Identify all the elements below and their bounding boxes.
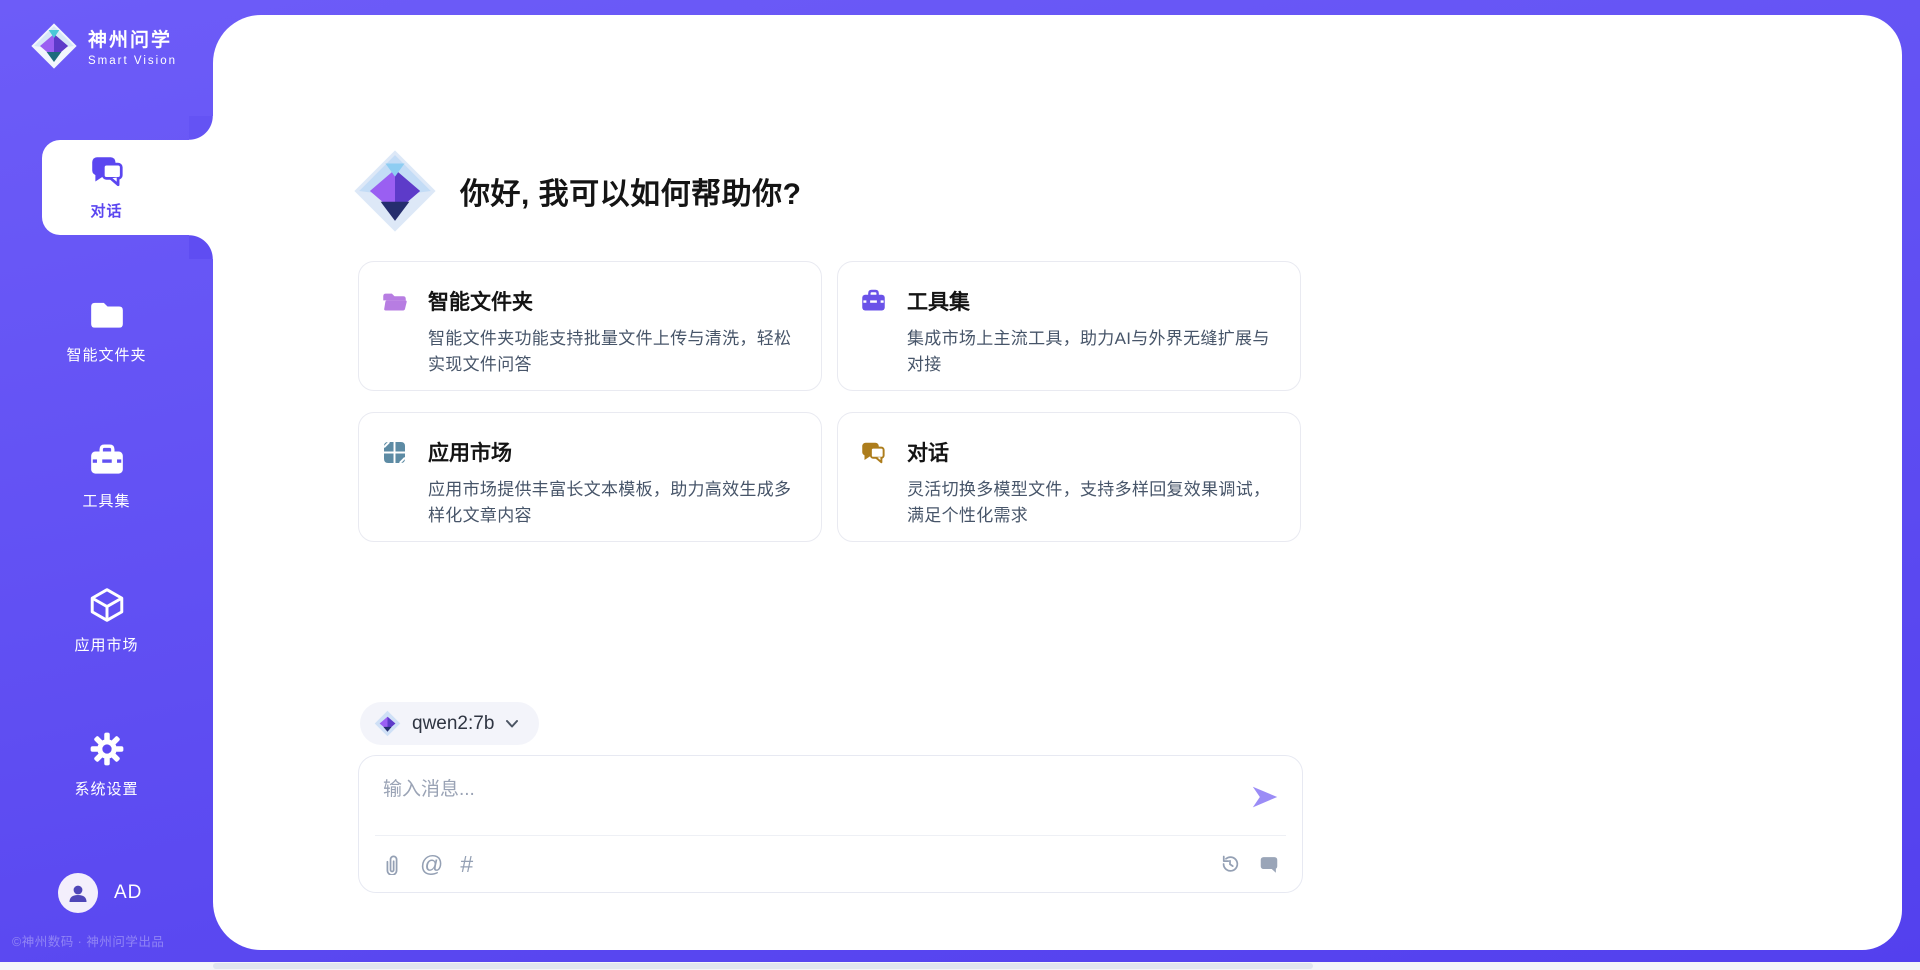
card-description: 应用市场提供丰富长文本模板，助力高效生成多样化文章内容 <box>428 477 795 529</box>
sidebar-item-label: 智能文件夹 <box>0 344 213 365</box>
card-chat[interactable]: 对话 灵活切换多模型文件，支持多样回复效果调试，满足个性化需求 <box>837 412 1301 542</box>
sidebar: 神州问学 Smart Vision 对话 智能文件夹 工 <box>0 0 213 970</box>
send-icon[interactable] <box>1250 782 1280 812</box>
clock-history-icon <box>1219 853 1241 875</box>
card-title: 智能文件夹 <box>428 286 533 316</box>
horizontal-scrollbar-thumb[interactable] <box>213 963 1313 969</box>
folder-icon <box>381 288 408 315</box>
sidebar-item-smart-folder[interactable]: 智能文件夹 <box>0 296 213 365</box>
conversation-icon[interactable] <box>1258 853 1280 875</box>
sidebar-item-label: 对话 <box>0 200 213 221</box>
pill-corner-bottom <box>189 235 213 259</box>
history-icon[interactable] <box>1219 853 1241 875</box>
sidebar-item-settings[interactable]: 系统设置 <box>0 730 213 799</box>
card-toolbox[interactable]: 工具集 集成市场上主流工具，助力AI与外界无缝扩展与对接 <box>837 261 1301 391</box>
person-icon <box>66 881 90 905</box>
user-name: AD <box>114 882 142 904</box>
gear-icon <box>88 730 126 768</box>
message-input[interactable] <box>383 774 1223 826</box>
composer: @ # <box>358 755 1303 893</box>
horizontal-scrollbar[interactable] <box>0 962 1920 970</box>
cube-icon <box>88 586 126 624</box>
card-title: 应用市场 <box>428 437 512 467</box>
card-description: 灵活切换多模型文件，支持多样回复效果调试，满足个性化需求 <box>907 477 1274 529</box>
card-description: 集成市场上主流工具，助力AI与外界无缝扩展与对接 <box>907 326 1274 378</box>
topic-icon[interactable]: # <box>460 853 473 876</box>
user-account[interactable]: AD <box>58 873 142 913</box>
composer-divider <box>375 835 1286 836</box>
sidebar-item-label: 系统设置 <box>0 778 213 799</box>
card-app-market[interactable]: 应用市场 应用市场提供丰富长文本模板，助力高效生成多样化文章内容 <box>358 412 822 542</box>
toolbox-icon <box>88 442 126 480</box>
folder-icon <box>88 296 126 334</box>
sidebar-item-chat[interactable]: 对话 <box>0 152 213 221</box>
sidebar-item-label: 工具集 <box>0 490 213 511</box>
brand-subtitle: Smart Vision <box>88 55 177 67</box>
sidebar-item-label: 应用市场 <box>0 634 213 655</box>
greeting: 你好, 我可以如何帮助你? <box>352 148 802 234</box>
assistant-diamond-icon <box>352 148 438 234</box>
chat-filled-icon <box>1258 853 1280 875</box>
brand-diamond-icon <box>30 22 78 70</box>
brand-name: 神州问学 <box>88 25 177 52</box>
mention-icon[interactable]: @ <box>420 853 443 876</box>
grid-icon <box>381 439 408 466</box>
card-title: 对话 <box>907 437 949 467</box>
paperclip-icon <box>381 853 403 875</box>
chat-bubbles-icon <box>88 152 126 190</box>
card-smart-folder[interactable]: 智能文件夹 智能文件夹功能支持批量文件上传与清洗，轻松实现文件问答 <box>358 261 822 391</box>
attach-file-icon[interactable] <box>381 853 403 875</box>
toolbox-icon <box>860 288 887 315</box>
card-description: 智能文件夹功能支持批量文件上传与清洗，轻松实现文件问答 <box>428 326 795 378</box>
model-selector[interactable]: qwen2:7b <box>360 702 539 745</box>
avatar <box>58 873 98 913</box>
model-diamond-icon <box>374 710 401 737</box>
card-title: 工具集 <box>907 286 970 316</box>
chevron-down-icon <box>505 719 519 729</box>
chat-bubbles-icon <box>860 439 887 466</box>
model-name: qwen2:7b <box>412 713 494 735</box>
greeting-title: 你好, 我可以如何帮助你? <box>460 169 802 213</box>
sidebar-item-toolbox[interactable]: 工具集 <box>0 442 213 511</box>
sidebar-footer: ©神州数码 · 神州问学出品 <box>12 931 212 950</box>
pill-corner-top <box>189 116 213 140</box>
feature-cards: 智能文件夹 智能文件夹功能支持批量文件上传与清洗，轻松实现文件问答 工具集 集成… <box>358 261 1303 542</box>
sidebar-item-app-market[interactable]: 应用市场 <box>0 586 213 655</box>
brand-logo: 神州问学 Smart Vision <box>30 22 177 70</box>
